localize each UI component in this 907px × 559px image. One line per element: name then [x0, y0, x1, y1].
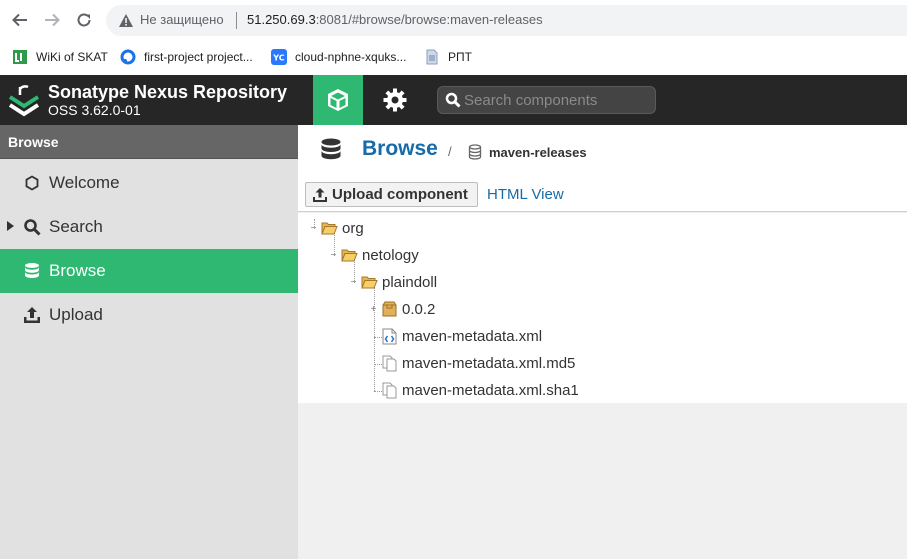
- url-path: :8081/#browse/browse:maven-releases: [315, 12, 543, 27]
- tree-node-label: maven-metadata.xml.md5: [402, 354, 576, 372]
- upload-icon: [313, 188, 327, 202]
- tree-node-metadata-sha1[interactable]: maven-metadata.xml.sha1: [381, 379, 579, 401]
- back-button[interactable]: [8, 8, 32, 32]
- collapse-icon[interactable]: −: [308, 223, 319, 234]
- bookmark-cloud[interactable]: YC cloud-nphne-xquks...: [271, 49, 406, 65]
- database-icon: [321, 138, 341, 160]
- component-search: [437, 86, 656, 114]
- nexus-logo-icon: [8, 85, 40, 117]
- upload-component-label: Upload component: [332, 186, 468, 203]
- tree-node-label: netology: [362, 246, 419, 264]
- omnibox-divider: [236, 12, 237, 29]
- svg-text:YC: YC: [272, 54, 285, 63]
- collapse-icon[interactable]: −: [328, 250, 339, 261]
- tree-node-label: maven-metadata.xml.sha1: [402, 381, 579, 399]
- arrow-right-icon: [45, 13, 60, 27]
- search-input[interactable]: [464, 89, 649, 111]
- document-icon: [424, 49, 440, 65]
- tree-node-label: maven-metadata.xml: [402, 327, 543, 345]
- sidebar-item-label: Browse: [49, 261, 106, 280]
- upload-component-button[interactable]: Upload component: [305, 182, 478, 207]
- repository-icon: [468, 144, 482, 160]
- caret-right-icon[interactable]: [7, 221, 14, 231]
- file-icon: [382, 382, 397, 398]
- sidebar-item-upload[interactable]: Upload: [0, 293, 298, 337]
- app-version: OSS 3.62.0-01: [48, 102, 141, 118]
- main-panel: Browse / maven-releases Upload component…: [298, 125, 907, 559]
- url-host: 51.250.69.3: [247, 12, 316, 27]
- component-box-icon: [382, 301, 397, 317]
- tree-node-version[interactable]: + 0.0.2: [368, 298, 436, 320]
- app-title: Sonatype Nexus Repository: [48, 82, 288, 102]
- breadcrumb-separator: /: [448, 144, 452, 159]
- reload-icon: [77, 13, 91, 27]
- folder-open-icon: [321, 222, 338, 235]
- cube-icon: [328, 89, 348, 111]
- browse-mode-button[interactable]: [313, 75, 363, 125]
- html-view-link[interactable]: HTML View: [487, 186, 564, 203]
- upload-icon: [22, 305, 42, 325]
- tree-node-label: plaindoll: [382, 273, 438, 291]
- bookmark-label: cloud-nphne-xquks...: [295, 50, 407, 64]
- bookmark-rpt[interactable]: РПТ: [424, 49, 472, 65]
- bookmark-first-project[interactable]: first-project project...: [120, 49, 253, 65]
- database-icon: [22, 261, 42, 281]
- sidebar-item-label: Upload: [49, 305, 103, 324]
- folder-open-icon: [361, 276, 378, 289]
- tree-node-metadata-md5[interactable]: maven-metadata.xml.md5: [381, 352, 575, 374]
- tree-node-netology[interactable]: − netology: [328, 244, 419, 266]
- url-text[interactable]: 51.250.69.3:8081/#browse/browse:maven-re…: [247, 12, 543, 27]
- sidebar-item-search[interactable]: Search: [0, 205, 298, 249]
- warning-icon: [119, 14, 133, 27]
- omnibox[interactable]: Не защищено 51.250.69.3:8081/#browse/bro…: [106, 5, 907, 36]
- security-label[interactable]: Не защищено: [140, 12, 224, 27]
- xml-file-icon: [382, 328, 397, 344]
- reload-button[interactable]: [72, 8, 96, 32]
- folder-open-icon: [341, 249, 358, 262]
- bookmark-label: РПТ: [448, 50, 472, 64]
- toolbar: Upload component HTML View: [298, 177, 907, 212]
- sidebar-item-browse[interactable]: Browse: [0, 249, 298, 293]
- tree-node-label: 0.0.2: [402, 300, 436, 318]
- breadcrumb-browse-link[interactable]: Browse: [362, 137, 438, 161]
- breadcrumb: Browse / maven-releases: [298, 125, 907, 177]
- arrow-left-icon: [12, 13, 27, 27]
- bookmarks-bar: WiKi of SKAT first-project project... YC…: [0, 40, 907, 74]
- bookmark-label: first-project project...: [144, 50, 253, 64]
- bookmark-wiki[interactable]: WiKi of SKAT: [12, 49, 108, 65]
- bookmark-label: WiKi of SKAT: [36, 50, 108, 64]
- sidebar-heading: Browse: [0, 125, 298, 159]
- tree-node-label: org: [342, 219, 364, 237]
- search-icon: [22, 217, 42, 237]
- tree-node-metadata-xml[interactable]: maven-metadata.xml: [381, 325, 542, 347]
- yc-icon: YC: [271, 49, 287, 65]
- file-icon: [382, 355, 397, 371]
- component-tree: − org − netology − plaindoll + 0.0.2 mav…: [298, 213, 907, 403]
- sidebar-item-label: Search: [49, 217, 103, 236]
- tree-node-org[interactable]: − org: [308, 217, 364, 239]
- search-icon: [445, 92, 461, 108]
- sidebar-item-welcome[interactable]: Welcome: [0, 161, 298, 205]
- wiki-icon: [12, 49, 28, 65]
- browser-address-bar: Не защищено 51.250.69.3:8081/#browse/bro…: [0, 0, 907, 40]
- collapse-icon[interactable]: −: [348, 277, 359, 288]
- nexus-header: Sonatype Nexus Repository OSS 3.62.0-01: [0, 75, 907, 125]
- tree-node-plaindoll[interactable]: − plaindoll: [348, 271, 437, 293]
- sidebar: Browse Welcome Search Browse Upload: [0, 125, 298, 559]
- hexagon-icon: [22, 173, 42, 193]
- gear-icon: [383, 88, 407, 112]
- forward-button[interactable]: [40, 8, 64, 32]
- cloud-project-icon: [120, 49, 136, 65]
- sidebar-item-label: Welcome: [49, 173, 120, 192]
- admin-mode-button[interactable]: [370, 75, 420, 125]
- expand-icon[interactable]: +: [368, 304, 379, 315]
- breadcrumb-repository: maven-releases: [489, 145, 587, 160]
